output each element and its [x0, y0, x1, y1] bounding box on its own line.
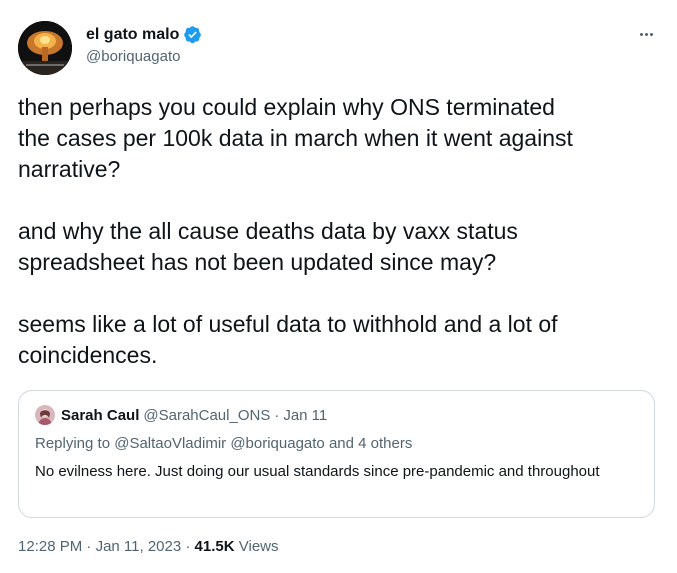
views-label: Views — [238, 538, 279, 555]
meta-separator: · — [86, 538, 92, 555]
tweet-time[interactable]: 12:28 PM — [18, 538, 82, 555]
author-display-name[interactable]: el gato malo — [86, 26, 179, 44]
tweet-text: then perhaps you could explain why ONS t… — [18, 92, 668, 371]
quoted-tweet-text: No evilness here. Just doing our usual s… — [35, 463, 600, 480]
meta-separator: · — [185, 538, 191, 555]
quoted-tweet-header: Sarah Caul @SarahCaul_ONS · Jan 11 — [35, 405, 327, 425]
tweet-paragraph: seems like a lot of useful data to withh… — [18, 311, 558, 368]
quoted-tweet-card[interactable]: Sarah Caul @SarahCaul_ONS · Jan 11 Reply… — [18, 390, 655, 518]
more-options-icon[interactable] — [632, 22, 660, 46]
verified-badge-icon — [183, 25, 202, 44]
quoted-tweet-date: Jan 11 — [283, 406, 328, 424]
author-avatar[interactable] — [18, 21, 72, 75]
quoted-author-handle: @SarahCaul_ONS — [143, 406, 271, 424]
meta-separator: · — [274, 406, 280, 424]
tweet-paragraph: then perhaps you could explain why ONS t… — [18, 94, 573, 182]
tweet-date[interactable]: Jan 11, 2023 — [96, 538, 182, 555]
tweet-footer: 12:28 PM · Jan 11, 2023 · 41.5K Views — [18, 538, 279, 555]
author-info: el gato malo @boriquagato — [86, 25, 202, 65]
tweet-paragraph: and why the all cause deaths data by vax… — [18, 218, 518, 275]
quoted-author-name: Sarah Caul — [61, 406, 140, 424]
views-count: 41.5K — [194, 538, 235, 555]
quoted-author-avatar — [35, 405, 55, 425]
replying-to-line: Replying to @SaltaoVladimir @boriquagato… — [35, 435, 413, 452]
author-handle[interactable]: @boriquagato — [86, 48, 202, 65]
